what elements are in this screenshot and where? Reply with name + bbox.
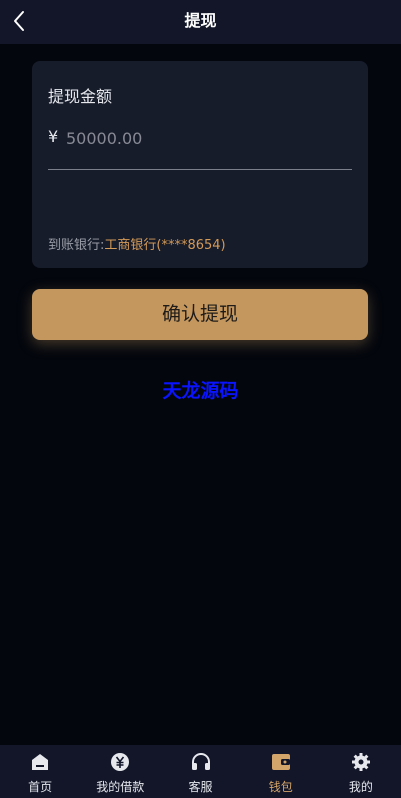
bank-value: 工商银行(****8654) xyxy=(104,238,226,253)
confirm-withdraw-button[interactable]: 确认提现 xyxy=(32,289,368,340)
tab-label: 首页 xyxy=(28,780,53,794)
wallet-icon xyxy=(271,754,290,770)
tab-label: 客服 xyxy=(188,780,213,794)
page-title: 提现 xyxy=(184,11,217,30)
amount-title: 提现金额 xyxy=(48,87,113,106)
bottom-tabbar: 首页 我的借款 客服 钱包 我的 xyxy=(0,745,401,798)
amount-input[interactable] xyxy=(66,125,346,151)
header: 提现 xyxy=(0,0,401,44)
tab-label: 我的 xyxy=(348,780,373,794)
tab-customer-service[interactable]: 客服 xyxy=(160,745,240,798)
amount-row: ¥ xyxy=(48,125,352,170)
gear-icon xyxy=(351,753,370,771)
tab-home[interactable]: 首页 xyxy=(0,745,80,798)
tab-mine[interactable]: 我的 xyxy=(321,745,401,798)
tab-wallet[interactable]: 钱包 xyxy=(241,745,321,798)
tab-label: 我的借款 xyxy=(96,780,145,794)
withdraw-card: 提现金额 ¥ 到账银行:工商银行(****8654) xyxy=(32,61,368,268)
watermark-text: 天龙源码 xyxy=(162,380,239,402)
headset-icon xyxy=(191,753,210,770)
tab-my-loans[interactable]: 我的借款 xyxy=(80,745,160,798)
bank-info: 到账银行:工商银行(****8654) xyxy=(48,234,226,253)
currency-symbol: ¥ xyxy=(48,127,59,146)
tab-label: 钱包 xyxy=(268,780,293,794)
yen-coin-icon xyxy=(111,753,130,771)
bank-label: 到账银行: xyxy=(48,238,105,253)
home-icon xyxy=(32,754,49,770)
